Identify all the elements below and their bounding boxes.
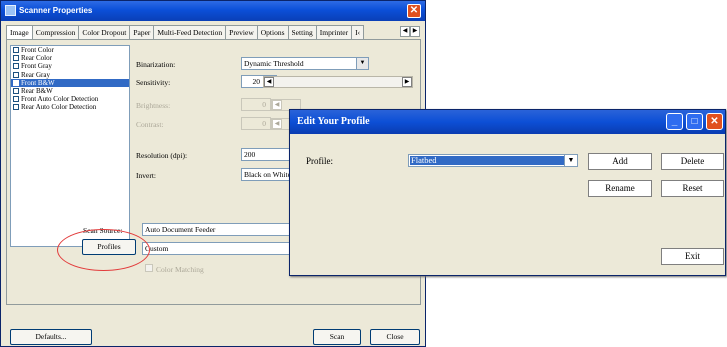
list-item[interactable]: Rear Gray xyxy=(11,71,129,79)
list-item-label: Rear B&W xyxy=(21,87,53,96)
dialog-title: Edit Your Profile xyxy=(297,116,370,127)
invert-value: Black on White xyxy=(244,170,291,179)
resolution-select[interactable]: 200 xyxy=(241,148,293,161)
list-item[interactable]: Rear Auto Color Detection xyxy=(11,103,129,111)
tab-color-dropout[interactable]: Color Dropout xyxy=(78,25,131,39)
checkbox[interactable] xyxy=(13,63,19,70)
checkbox[interactable] xyxy=(13,96,19,103)
chevron-down-icon[interactable]: ▼ xyxy=(564,155,577,166)
tab-paper[interactable]: Paper xyxy=(129,25,155,39)
close-button[interactable]: Close xyxy=(370,329,420,345)
list-item[interactable]: Rear Color xyxy=(11,54,129,62)
scroll-left-icon: ◀ xyxy=(272,100,282,110)
delete-button[interactable]: Delete xyxy=(661,153,724,170)
list-item-label: Rear Auto Color Detection xyxy=(21,103,97,112)
minimize-icon[interactable]: _ xyxy=(666,113,683,130)
dialog-titlebar: Edit Your Profile _ □ ✕ xyxy=(290,110,725,134)
list-item[interactable]: ✓ Front B&W xyxy=(11,78,129,87)
tab-setting[interactable]: Setting xyxy=(287,25,317,39)
scanner-window-title: Scanner Properties xyxy=(19,6,93,15)
binarization-label: Binarization: xyxy=(136,60,176,69)
scanner-titlebar: Scanner Properties ✕ xyxy=(1,1,425,21)
add-button[interactable]: Add xyxy=(588,153,652,170)
list-item-label: Rear Gray xyxy=(21,70,50,79)
tab-overflow[interactable]: I‹ xyxy=(351,25,365,39)
contrast-value: 0 xyxy=(262,119,266,128)
scroll-left-icon: ◀ xyxy=(272,119,282,129)
profile-dropdown[interactable]: Flatbed ▼ xyxy=(408,154,578,167)
checkbox[interactable] xyxy=(13,55,19,62)
brightness-value-field: 0 xyxy=(241,98,271,111)
list-item-label: Front Auto Color Detection xyxy=(21,95,99,104)
edit-profile-dialog: Edit Your Profile _ □ ✕ Profile: Flatbed… xyxy=(289,109,726,276)
checkbox[interactable] xyxy=(13,71,19,78)
list-item-label: Rear Color xyxy=(21,54,52,63)
brightness-label: Brightness: xyxy=(136,101,171,110)
invert-select[interactable]: Black on White xyxy=(241,168,293,181)
sensitivity-value: 20 xyxy=(252,77,261,86)
rename-button[interactable]: Rename xyxy=(588,180,652,197)
checkbox[interactable] xyxy=(13,104,19,111)
resolution-value: 200 xyxy=(244,150,256,159)
tab-compression[interactable]: Compression xyxy=(31,25,80,39)
tab-scroll-buttons: ◀ ▶ xyxy=(400,26,420,37)
maximize-icon[interactable]: □ xyxy=(686,113,703,130)
scroll-left-icon[interactable]: ◀ xyxy=(264,77,274,87)
invert-label: Invert: xyxy=(136,171,156,180)
list-item-label: Front Color xyxy=(21,46,54,55)
tab-imprinter[interactable]: Imprinter xyxy=(315,25,353,39)
tab-image[interactable]: Image xyxy=(6,25,33,40)
list-item[interactable]: Front Auto Color Detection xyxy=(11,95,129,103)
brightness-value: 0 xyxy=(262,100,266,109)
scan-source-select[interactable]: Auto Document Feeder xyxy=(142,223,292,236)
close-icon[interactable]: ✕ xyxy=(706,113,723,130)
binarization-value: Dynamic Threshold xyxy=(244,59,304,68)
chevron-left-icon[interactable]: ◀ xyxy=(400,26,410,37)
resolution-label: Resolution (dpi): xyxy=(136,151,188,160)
tab-options[interactable]: Options xyxy=(256,25,289,39)
list-item[interactable]: Front Color xyxy=(11,46,129,54)
image-type-list[interactable]: Front Color Rear Color Front Gray Rear Gray… xyxy=(10,45,130,247)
exit-button[interactable]: Exit xyxy=(661,248,724,265)
scanner-app-icon xyxy=(5,5,16,16)
defaults-button[interactable]: Defaults... xyxy=(10,329,92,345)
highlight-annotation xyxy=(57,229,150,271)
scroll-right-icon[interactable]: ▶ xyxy=(402,77,412,87)
chevron-right-icon[interactable]: ▶ xyxy=(410,26,420,37)
tab-strip: Image Compression Color Dropout Paper Mu… xyxy=(6,25,420,40)
checkbox[interactable] xyxy=(13,88,19,95)
color-matching-label: Color Matching xyxy=(156,265,204,274)
list-item[interactable]: Rear B&W xyxy=(11,87,129,95)
list-item[interactable]: Front Gray xyxy=(11,62,129,70)
binarization-select[interactable]: Dynamic Threshold ▼ xyxy=(241,57,369,70)
contrast-value-field: 0 xyxy=(241,117,271,130)
sensitivity-label: Sensitivity: xyxy=(136,78,171,87)
scan-source-value: Auto Document Feeder xyxy=(145,225,216,234)
contrast-label: Contrast: xyxy=(136,120,164,129)
chevron-down-icon[interactable]: ▼ xyxy=(356,58,368,69)
tab-multi-feed-detection[interactable]: Multi-Feed Detection xyxy=(153,25,227,39)
checkbox[interactable]: ✓ xyxy=(13,79,19,86)
reset-button[interactable]: Reset xyxy=(661,180,724,197)
sensitivity-slider[interactable]: ◀ ▶ xyxy=(263,76,413,88)
profile-select[interactable]: Custom xyxy=(142,242,292,255)
profile-label: Profile: xyxy=(306,156,333,166)
tab-preview[interactable]: Preview xyxy=(225,25,258,39)
list-item-label: Front B&W xyxy=(21,78,55,87)
color-matching-checkbox xyxy=(145,264,153,272)
scan-button[interactable]: Scan xyxy=(313,329,361,345)
profile-dropdown-value: Flatbed xyxy=(410,156,565,165)
checkbox[interactable] xyxy=(13,47,19,54)
close-icon[interactable]: ✕ xyxy=(407,4,421,18)
list-item-label: Front Gray xyxy=(21,62,52,71)
